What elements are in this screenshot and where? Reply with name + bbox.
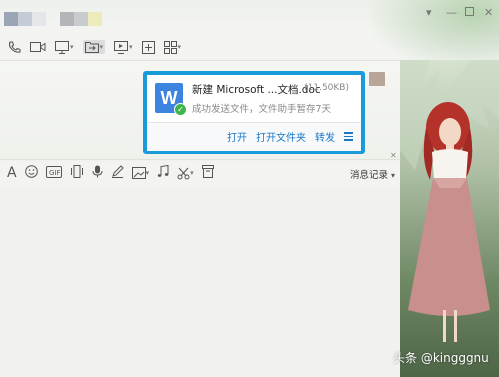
handwrite-icon[interactable] [111,165,124,181]
file-message-card[interactable]: W ✓ 新建 Microsoft ...文档.doc (11.50KB) 成功发… [143,71,365,154]
chevron-down-icon: ▾ [145,169,150,177]
avatar[interactable] [369,72,385,86]
file-status: 成功发送文件，文件助手暂存7天 [192,104,332,115]
chevron-down-icon: ▾ [129,43,133,51]
vibrate-icon[interactable] [70,165,84,181]
open-folder-link[interactable]: 打开文件夹 [256,129,306,144]
gif-icon[interactable]: GIF [45,165,62,181]
add-icon[interactable] [141,40,155,54]
dropdown-icon[interactable]: ▾ [426,6,432,19]
font-icon[interactable]: A [7,165,17,181]
menu-icon[interactable] [344,130,353,143]
music-icon[interactable] [157,164,169,181]
maximize-icon[interactable] [465,6,474,19]
message-history-label: 消息记录 [350,170,389,181]
scissors-icon[interactable]: ▾ [177,167,194,180]
image-icon[interactable]: ▾ [131,167,150,179]
message-history-button[interactable]: 消息记录 ▾ [350,167,395,181]
blurred-contact-name [4,12,104,26]
message-input[interactable] [0,186,400,377]
check-icon: ✓ [174,103,187,116]
file-size: (11.50KB) [304,83,349,93]
file-info: W ✓ 新建 Microsoft ...文档.doc (11.50KB) 成功发… [153,81,355,117]
chevron-down-icon: ▾ [190,169,194,177]
watermark: 头条 @kingggnu [393,351,489,365]
girl-illustration [400,60,499,342]
chevron-down-icon: ▾ [177,43,182,51]
video-icon[interactable] [30,41,46,53]
close-icon[interactable]: ✕ [484,6,493,19]
phone-icon[interactable] [8,40,21,54]
minimize-icon[interactable]: — [446,6,457,19]
chat-toolbar: ▾ ▾ ▾ ▾ [0,34,400,60]
file-transfer-icon[interactable]: ▾ [82,40,106,54]
forward-link[interactable]: 转发 [315,129,335,144]
chat-background-illustration [400,60,499,377]
input-toolbar: A GIF ▾ ▾ [0,160,400,186]
chevron-down-icon: ▾ [70,43,74,51]
apps-icon[interactable]: ▾ [163,40,182,54]
open-file-link[interactable]: 打开 [227,129,247,144]
file-actions-bar: 打开 打开文件夹 转发 [147,122,361,151]
chevron-down-icon: ▾ [99,43,104,51]
screen-share-icon[interactable]: ▾ [55,40,74,54]
title-bar: ▾ — ✕ [0,0,499,70]
collapse-icon[interactable]: ✕ [390,151,397,160]
archive-icon[interactable] [201,165,214,181]
remote-desktop-icon[interactable]: ▾ [114,40,133,54]
chevron-down-icon: ▾ [391,171,396,180]
voice-icon[interactable] [92,165,103,181]
emoji-icon[interactable] [24,165,38,181]
file-name: 新建 Microsoft ...文档.doc [192,84,321,96]
svg-text:GIF: GIF [49,169,61,177]
